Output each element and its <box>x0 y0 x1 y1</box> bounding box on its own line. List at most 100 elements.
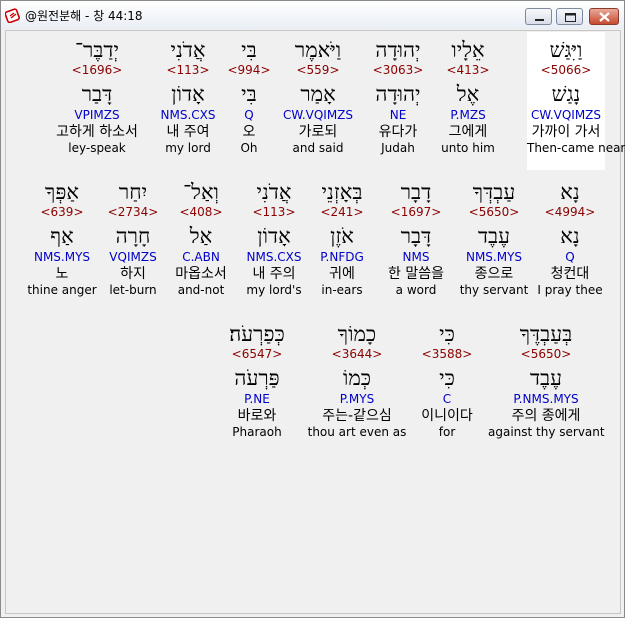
strong-number[interactable]: <1697> <box>377 205 455 219</box>
hebrew-word: כִּי <box>439 322 455 346</box>
word-yedaber[interactable]: יְדַבֶּר־ <1696> דָּבַר VPIMZS 고하게 하소서 l… <box>49 37 145 156</box>
english-gloss: unto him <box>441 141 495 155</box>
morph-code: NMS <box>402 250 430 264</box>
close-button[interactable] <box>589 8 619 25</box>
lemma: אַף <box>50 224 74 248</box>
word-vayigash[interactable]: וַיִּגַּשׁ <5066> נָגַשׁ CW.VQIMZS 가까이 가… <box>527 32 625 170</box>
lemma: פַּרְעֹה <box>234 366 280 390</box>
strong-number[interactable]: <241> <box>303 205 381 219</box>
lemma: נָא <box>560 224 580 248</box>
strong-number[interactable]: <639> <box>23 205 101 219</box>
hebrew-word: כָמוֹךָ <box>337 322 377 346</box>
morph-code: Q <box>565 250 575 264</box>
word-ki[interactable]: כִּי <3588> כִּי C 이니이다 for <box>408 321 486 440</box>
hebrew-word: אֵלָיו <box>451 38 485 62</box>
lemma: אֹזֶן <box>330 224 354 248</box>
korean-gloss: 고하게 하소서 <box>56 124 138 140</box>
lemma: יְהוּדָה <box>375 82 421 106</box>
word-vayomer[interactable]: וַיֹּאמֶר <559> אָמַר CW.VQIMZS 가로되 and … <box>279 37 357 156</box>
lemma: כִּי <box>439 366 455 390</box>
word-davar[interactable]: דָבָר <1697> דָּבָר NMS 한 말씀을 a word <box>377 179 455 298</box>
title-bar[interactable]: @원전분해 - 창 44:18 <box>1 1 624 29</box>
english-gloss: let-burn <box>109 283 157 297</box>
strong-number[interactable]: <113> <box>149 63 227 77</box>
strong-number[interactable]: <5066> <box>527 63 605 77</box>
word-na[interactable]: נָא <4994> נָא Q 청컨대 I pray thee <box>531 179 609 298</box>
strong-number[interactable]: <559> <box>279 63 357 77</box>
strong-number[interactable]: <413> <box>429 63 507 77</box>
korean-gloss: 노 <box>55 266 69 282</box>
morph-code: CW.VQIMZS <box>530 108 602 122</box>
korean-gloss: 주의 종에게 <box>511 408 581 424</box>
hebrew-word: יְהוּדָה <box>375 38 421 62</box>
word-yichar[interactable]: יִחַר <2734> חָרָה VQIMZS 하지 let-burn <box>94 179 172 298</box>
lemma: דָּבַר <box>81 82 113 106</box>
word-veal[interactable]: וְאַל־ <408> אַל C.ABN 마옵소서 and-not <box>162 179 240 298</box>
lemma: עֶבֶד <box>529 366 563 390</box>
strong-number[interactable]: <4994> <box>531 205 609 219</box>
lemma: אָדוֹן <box>171 82 205 106</box>
strong-number[interactable]: <2734> <box>94 205 172 219</box>
korean-gloss: 종으로 <box>474 266 514 282</box>
strong-number[interactable]: <1696> <box>49 63 145 77</box>
hebrew-word: וַיִּגַּשׁ <box>549 38 583 62</box>
lemma: נָגַשׁ <box>551 82 581 106</box>
strong-number[interactable]: <5650> <box>455 205 533 219</box>
english-gloss: Pharaoh <box>232 425 282 439</box>
english-gloss: I pray thee <box>537 283 603 297</box>
word-beavdecha[interactable]: בְּעַבְדֶּךָ <5650> עֶבֶד P.NMS.MYS 주의 종… <box>488 321 605 440</box>
morph-code: VQIMZS <box>109 250 157 264</box>
word-elav[interactable]: אֵלָיו <413> אֶל P.MZS 그에게 unto him <box>429 37 507 156</box>
word-kefaroh[interactable]: כְּפַרְעֹה׃ <6547> פַּרְעֹה P.NE 바로와 Pha… <box>218 321 296 440</box>
hebrew-word: וְאַל־ <box>183 180 219 204</box>
morph-code: VPIMZS <box>74 108 120 122</box>
korean-gloss: 내 주여 <box>166 124 210 140</box>
english-gloss: Then-came near <box>527 141 625 155</box>
english-gloss: thine anger <box>27 283 97 297</box>
english-gloss: my lord <box>165 141 211 155</box>
word-chamocha[interactable]: כָמוֹךָ <3644> כְּמוֹ P.MYS 주는-같으심 thou … <box>307 321 407 440</box>
morph-code: NE <box>389 108 407 122</box>
korean-gloss: 마옵소서 <box>175 266 227 282</box>
maximize-button[interactable] <box>556 8 583 25</box>
english-gloss: in-ears <box>321 283 363 297</box>
korean-gloss: 청컨대 <box>550 266 590 282</box>
minimize-button[interactable] <box>525 8 552 25</box>
korean-gloss: 가로되 <box>298 124 338 140</box>
strong-number[interactable]: <113> <box>235 205 313 219</box>
hebrew-word: וַיֹּאמֶר <box>294 38 342 62</box>
lemma: אֶל <box>456 82 480 106</box>
strong-number[interactable]: <408> <box>162 205 240 219</box>
morph-code: NMS.MYS <box>33 250 91 264</box>
morph-code: C.ABN <box>182 250 220 264</box>
hebrew-word: נָא <box>560 180 580 204</box>
word-adoni[interactable]: אֲדֹנִי <113> אָדוֹן NMS.CXS 내 주여 my lor… <box>149 37 227 156</box>
strong-number[interactable]: <6547> <box>218 347 296 361</box>
hebrew-word: יִחַר <box>118 180 148 204</box>
morph-code: P.MZS <box>450 108 486 122</box>
hebrew-word: בְּעַבְדֶּךָ <box>519 322 573 346</box>
hebrew-word: דָבָר <box>400 180 432 204</box>
lemma: חָרָה <box>115 224 151 248</box>
word-apecha[interactable]: אַפְּךָ <639> אַף NMS.MYS 노 thine anger <box>23 179 101 298</box>
word-avdecha[interactable]: עַבְדְּךָ <5650> עֶבֶד NMS.MYS 종으로 thy s… <box>455 179 533 298</box>
lemma: אַל <box>189 224 213 248</box>
english-gloss: and-not <box>177 283 225 297</box>
korean-gloss: 그에게 <box>448 124 488 140</box>
close-icon <box>599 12 610 22</box>
strong-number[interactable]: <3588> <box>408 347 486 361</box>
korean-gloss: 귀에 <box>329 266 355 282</box>
lemma: אָמַר <box>300 82 336 106</box>
word-yehudah[interactable]: יְהוּדָה <3063> יְהוּדָה NE 유다가 Judah <box>359 37 437 156</box>
strong-number[interactable]: <3063> <box>359 63 437 77</box>
morph-code: NMS.CXS <box>160 108 216 122</box>
english-gloss: my lord's <box>246 283 302 297</box>
hebrew-word: אַפְּךָ <box>45 180 79 204</box>
word-adoni-2[interactable]: אֲדֹנִי <113> אָדוֹן NMS.CXS 내 주의 my lor… <box>235 179 313 298</box>
morph-code: P.MYS <box>339 392 375 406</box>
korean-gloss: 가까이 가서 <box>531 124 601 140</box>
strong-number[interactable]: <5650> <box>488 347 604 361</box>
strong-number[interactable]: <3644> <box>307 347 407 361</box>
word-beozney[interactable]: בְּאָזְנֵי <241> אֹזֶן P.NFDG 귀에 in-ears <box>303 179 381 298</box>
morph-code: NMS.MYS <box>465 250 523 264</box>
